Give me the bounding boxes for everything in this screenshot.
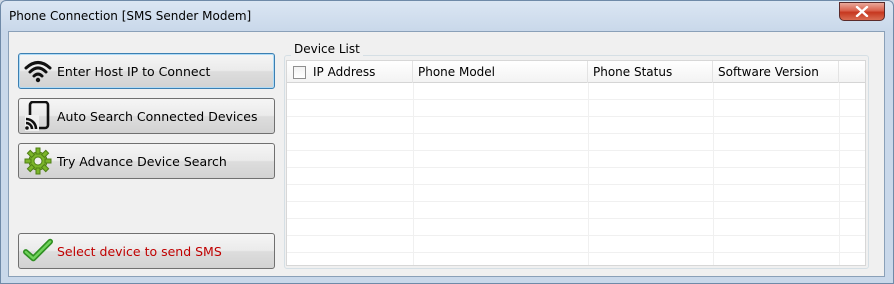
table-row xyxy=(287,236,865,253)
table-header: IP Address Phone Model Phone Status Soft… xyxy=(287,61,865,83)
column-ip-address-label: IP Address xyxy=(313,65,376,79)
window-title: Phone Connection [SMS Sender Modem] xyxy=(9,9,252,23)
wifi-icon xyxy=(23,56,53,86)
client-area: Enter Host IP to Connect Auto Search Con… xyxy=(8,31,885,277)
gear-icon xyxy=(23,146,53,176)
table-row xyxy=(287,100,865,117)
close-button[interactable] xyxy=(839,2,885,21)
advance-search-label: Try Advance Device Search xyxy=(57,153,227,169)
table-row xyxy=(287,83,865,100)
select-device-button[interactable]: Select device to send SMS xyxy=(18,233,275,269)
device-list-table[interactable]: IP Address Phone Model Phone Status Soft… xyxy=(286,60,866,266)
device-list-title: Device List xyxy=(291,42,363,56)
main-window: Phone Connection [SMS Sender Modem] Ente… xyxy=(0,0,894,284)
auto-search-label: Auto Search Connected Devices xyxy=(57,108,258,124)
column-phone-model[interactable]: Phone Model xyxy=(413,61,588,83)
column-software-version-label: Software Version xyxy=(718,65,819,79)
table-row xyxy=(287,134,865,151)
table-row xyxy=(287,219,865,236)
column-software-version[interactable]: Software Version xyxy=(713,61,839,83)
table-row xyxy=(287,185,865,202)
enter-host-ip-button[interactable]: Enter Host IP to Connect xyxy=(18,53,275,89)
column-ip-address[interactable]: IP Address xyxy=(287,61,413,83)
enter-host-ip-label: Enter Host IP to Connect xyxy=(57,63,211,79)
column-phone-status[interactable]: Phone Status xyxy=(588,61,713,83)
close-icon xyxy=(855,6,869,17)
auto-search-button[interactable]: Auto Search Connected Devices xyxy=(18,98,275,134)
checkmark-icon xyxy=(23,236,53,266)
column-phone-model-label: Phone Model xyxy=(418,65,496,79)
table-row xyxy=(287,202,865,219)
title-bar[interactable]: Phone Connection [SMS Sender Modem] xyxy=(1,1,893,31)
table-row xyxy=(287,168,865,185)
table-row xyxy=(287,117,865,134)
table-row xyxy=(287,151,865,168)
select-device-label: Select device to send SMS xyxy=(57,243,222,259)
cast-device-icon xyxy=(23,101,53,131)
advance-search-button[interactable]: Try Advance Device Search xyxy=(18,143,275,179)
column-phone-status-label: Phone Status xyxy=(593,65,673,79)
select-all-checkbox[interactable] xyxy=(293,66,306,79)
